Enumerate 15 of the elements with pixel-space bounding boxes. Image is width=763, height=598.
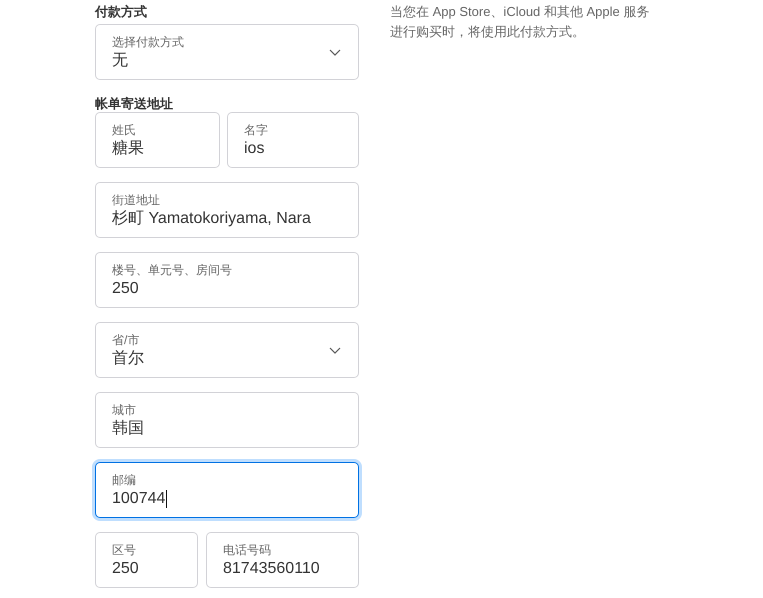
chevron-down-icon (329, 347, 341, 354)
payment-method-select[interactable]: 选择付款方式 无 (95, 24, 359, 80)
input-field[interactable]: 城市 韩国 (95, 392, 359, 448)
section-heading: 帐单寄送地址 (95, 96, 174, 112)
select-field[interactable]: 省/市 首尔 (95, 322, 359, 378)
chevron-down-icon (329, 49, 341, 56)
input-field[interactable]: 名字 ios (227, 112, 359, 168)
input-field[interactable]: 楼号、单元号、房间号 250 (95, 252, 359, 308)
payment-note: 当您在 App Store、iCloud 和其他 Apple 服务进行购买时，将使用此付款方式。 (390, 3, 650, 41)
input-field[interactable]: 姓氏 糖果 (95, 112, 220, 168)
input-field[interactable]: 街道地址 杉町 Yamatokoriyama, Nara (95, 182, 359, 238)
input-field[interactable]: 区号 250 (95, 532, 198, 588)
input-field[interactable]: 电话号码 81743560110 (206, 532, 359, 588)
section-heading: 付款方式 (95, 4, 148, 21)
input-field[interactable]: 邮编 100744 (95, 462, 359, 518)
